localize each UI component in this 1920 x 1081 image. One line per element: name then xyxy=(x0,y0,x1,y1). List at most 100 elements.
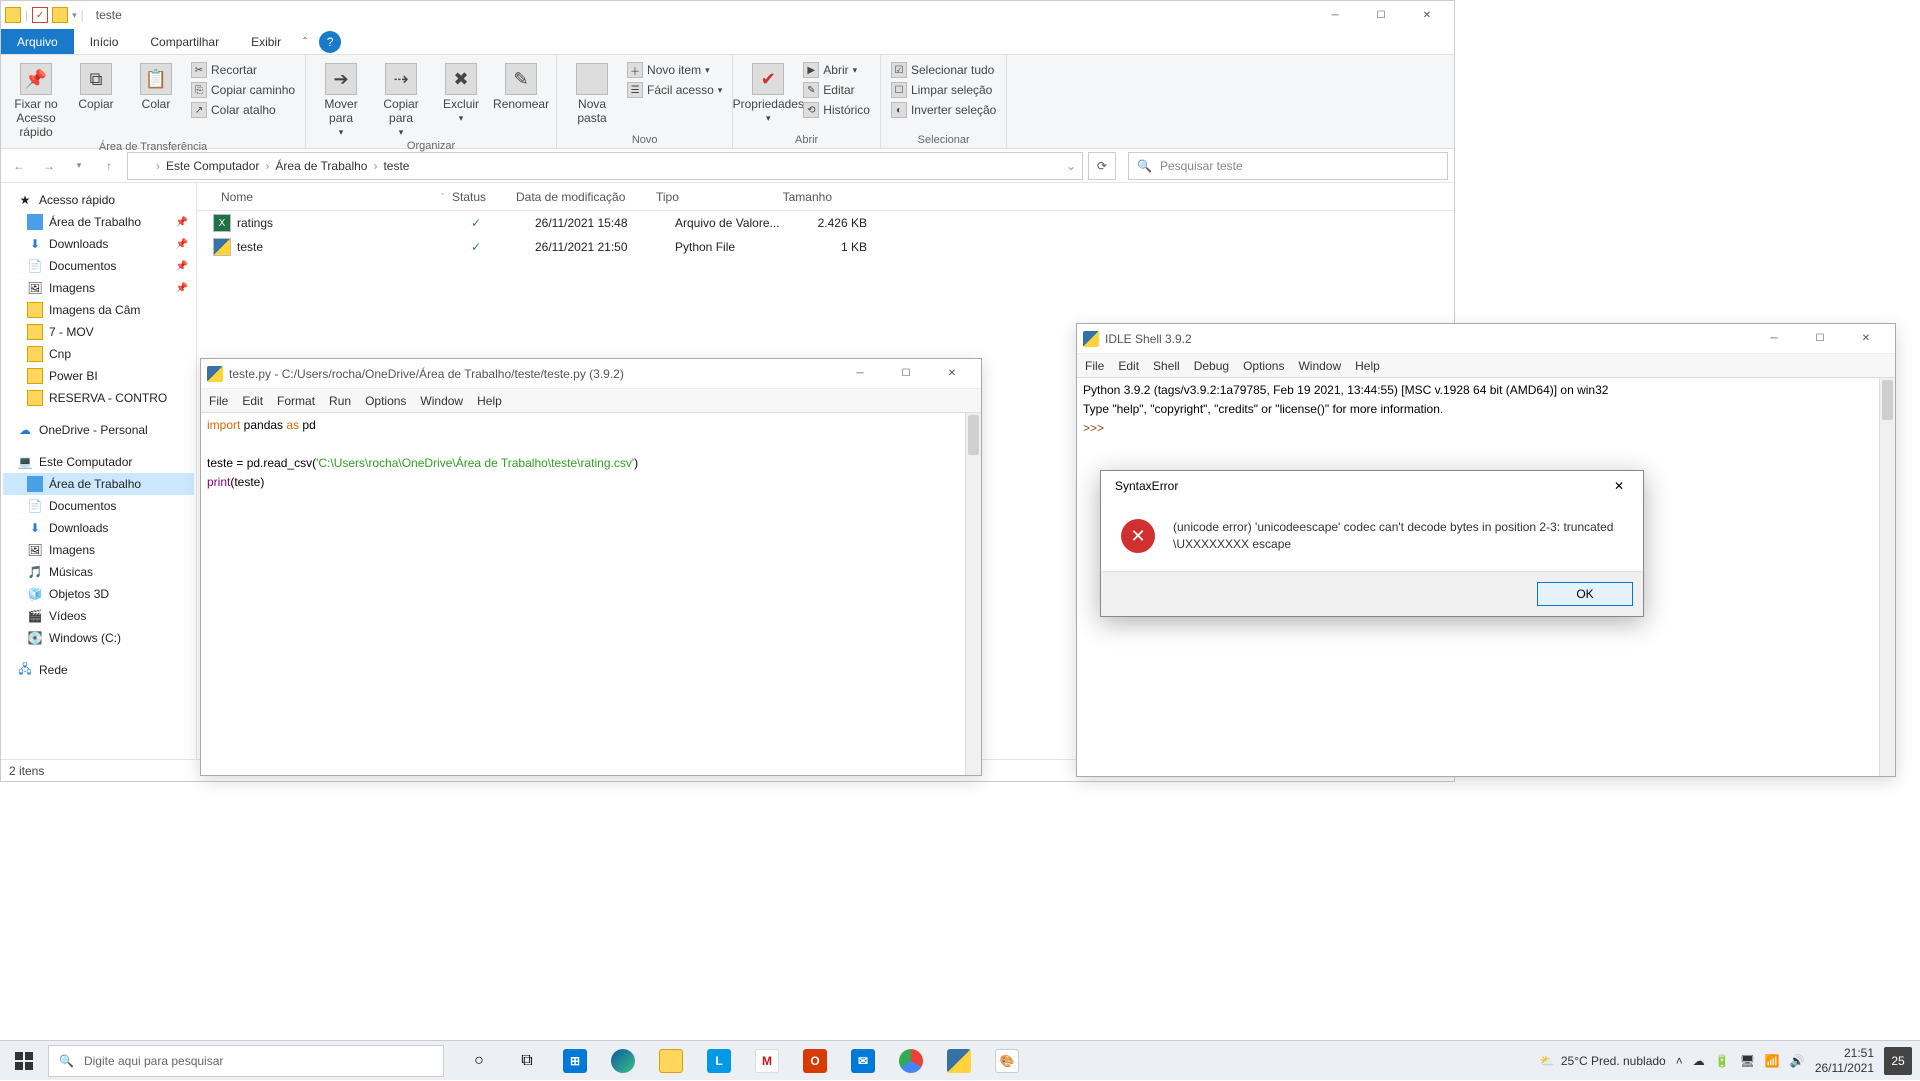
taskview-button[interactable]: ⧉ xyxy=(504,1041,550,1081)
edit-button[interactable]: ✎Editar xyxy=(801,81,872,99)
scrollbar[interactable] xyxy=(965,413,981,775)
taskbar-app-mail[interactable]: ✉ xyxy=(840,1041,886,1081)
menu-run[interactable]: Run xyxy=(329,394,351,408)
ribbon-collapse-icon[interactable]: ˆ xyxy=(297,29,313,54)
newfolder-button[interactable]: Nova pasta xyxy=(565,59,619,125)
paste-button[interactable]: 📋Colar xyxy=(129,59,183,111)
close-button[interactable]: ✕ xyxy=(929,360,975,388)
menu-edit[interactable]: Edit xyxy=(1118,359,1139,373)
menu-file[interactable]: File xyxy=(1085,359,1104,373)
taskbar-app-chrome[interactable] xyxy=(888,1041,934,1081)
scrollbar[interactable] xyxy=(1879,378,1895,776)
delete-button[interactable]: ✖Excluir▾ xyxy=(434,59,488,124)
tab-view[interactable]: Exibir xyxy=(235,29,297,54)
tree-item[interactable]: 🎬Vídeos xyxy=(3,605,194,627)
cortana-button[interactable]: ○ xyxy=(456,1041,502,1081)
scroll-thumb[interactable] xyxy=(1882,380,1893,420)
qat-dropdown-icon[interactable]: ▾ xyxy=(72,10,77,21)
scroll-thumb[interactable] xyxy=(968,415,979,455)
selectnone-button[interactable]: ☐Limpar seleção xyxy=(889,81,998,99)
newitem-button[interactable]: ＋Novo item▾ xyxy=(625,61,724,79)
menu-file[interactable]: File xyxy=(209,394,228,408)
taskbar-app[interactable]: ⊞ xyxy=(552,1041,598,1081)
taskbar-app-idle[interactable] xyxy=(936,1041,982,1081)
menu-help[interactable]: Help xyxy=(477,394,502,408)
refresh-button[interactable]: ⟳ xyxy=(1088,152,1116,180)
menu-debug[interactable]: Debug xyxy=(1194,359,1229,373)
tree-onedrive[interactable]: ☁OneDrive - Personal xyxy=(3,419,194,441)
tree-item[interactable]: 🖼Imagens xyxy=(3,539,194,561)
menu-edit[interactable]: Edit xyxy=(242,394,263,408)
start-button[interactable] xyxy=(0,1041,48,1081)
breadcrumb-item[interactable]: teste xyxy=(383,159,409,173)
recent-dropdown-icon[interactable]: ▾ xyxy=(67,154,91,178)
properties-button[interactable]: ✔Propriedades▾ xyxy=(741,59,795,124)
taskbar-search-input[interactable]: 🔍 Digite aqui para pesquisar xyxy=(48,1045,444,1077)
easyaccess-button[interactable]: ☰Fácil acesso▾ xyxy=(625,81,724,99)
tree-item[interactable]: 📄Documentos📌 xyxy=(3,255,194,277)
copy-button[interactable]: ⧉Copiar xyxy=(69,59,123,111)
close-button[interactable]: ✕ xyxy=(1603,474,1635,498)
minimize-button[interactable]: ─ xyxy=(1312,1,1358,29)
menu-options[interactable]: Options xyxy=(1243,359,1284,373)
help-icon[interactable]: ? xyxy=(319,31,341,53)
tree-item[interactable]: Power BI xyxy=(3,365,194,387)
open-button[interactable]: ▶Abrir▾ xyxy=(801,61,872,79)
col-modified[interactable]: Data de modificação xyxy=(508,190,648,204)
minimize-button[interactable]: ─ xyxy=(1751,325,1797,353)
up-button[interactable]: ↑ xyxy=(97,154,121,178)
check-icon[interactable]: ✓ xyxy=(32,7,48,23)
tree-item[interactable]: 🧊Objetos 3D xyxy=(3,583,194,605)
chevron-down-icon[interactable]: ⌄ xyxy=(1066,159,1076,173)
pin-button[interactable]: 📌Fixar no Acesso rápido xyxy=(9,59,63,139)
tree-item[interactable]: 🖼Imagens📌 xyxy=(3,277,194,299)
tab-file[interactable]: Arquivo xyxy=(1,29,74,54)
tree-item[interactable]: RESERVA - CONTRO xyxy=(3,387,194,409)
menu-shell[interactable]: Shell xyxy=(1153,359,1180,373)
file-row[interactable]: X ratings ✓ 26/11/2021 15:48 Arquivo de … xyxy=(197,211,1454,235)
code-editor[interactable]: import pandas as pd teste = pd.read_csv(… xyxy=(201,413,981,775)
column-headers[interactable]: Nome ˆ Status Data de modificação Tipo T… xyxy=(197,183,1454,211)
menu-help[interactable]: Help xyxy=(1355,359,1380,373)
menu-format[interactable]: Format xyxy=(277,394,315,408)
tree-item[interactable]: 🎵Músicas xyxy=(3,561,194,583)
history-button[interactable]: ⟲Histórico xyxy=(801,101,872,119)
tab-share[interactable]: Compartilhar xyxy=(134,29,235,54)
breadcrumb-item[interactable]: Área de Trabalho› xyxy=(275,159,377,173)
tray-volume-icon[interactable]: 🔊 xyxy=(1790,1054,1805,1068)
taskbar-app-office[interactable]: O xyxy=(792,1041,838,1081)
close-button[interactable]: ✕ xyxy=(1404,1,1450,29)
clock[interactable]: 21:51 26/11/2021 xyxy=(1815,1046,1874,1075)
tree-item[interactable]: ⬇Downloads xyxy=(3,517,194,539)
maximize-button[interactable]: ☐ xyxy=(883,360,929,388)
tree-item[interactable]: Imagens da Câm xyxy=(3,299,194,321)
col-name[interactable]: Nome xyxy=(213,190,453,204)
invertselection-button[interactable]: ◐Inverter seleção xyxy=(889,101,998,119)
tree-quickaccess[interactable]: ★Acesso rápido xyxy=(3,189,194,211)
notifications-button[interactable]: 25 xyxy=(1884,1047,1912,1075)
breadcrumb-item[interactable]: Este Computador› xyxy=(166,159,269,173)
weather-widget[interactable]: ⛅ 25°C Pred. nublado xyxy=(1540,1054,1666,1068)
cut-button[interactable]: ✂Recortar xyxy=(189,61,297,79)
taskbar-app-paint[interactable]: 🎨 xyxy=(984,1041,1030,1081)
menu-window[interactable]: Window xyxy=(420,394,463,408)
tray-wifi-icon[interactable]: 📶 xyxy=(1765,1054,1780,1068)
tab-home[interactable]: Início xyxy=(74,29,135,54)
forward-button[interactable]: → xyxy=(37,154,61,178)
nav-tree[interactable]: ★Acesso rápido Área de Trabalho📌 ⬇Downlo… xyxy=(1,183,197,759)
minimize-button[interactable]: ─ xyxy=(837,360,883,388)
tray-network-icon[interactable]: 🖥 xyxy=(1740,1054,1755,1068)
ok-button[interactable]: OK xyxy=(1537,582,1633,606)
tree-item[interactable]: ⬇Downloads📌 xyxy=(3,233,194,255)
pasteshortcut-button[interactable]: ↗Colar atalho xyxy=(189,101,297,119)
file-row[interactable]: teste ✓ 26/11/2021 21:50 Python File 1 K… xyxy=(197,235,1454,259)
col-status[interactable]: Status xyxy=(444,190,508,204)
menu-options[interactable]: Options xyxy=(365,394,406,408)
taskbar-app-edge[interactable] xyxy=(600,1041,646,1081)
tray-battery-icon[interactable]: 🔋 xyxy=(1715,1054,1730,1068)
maximize-button[interactable]: ☐ xyxy=(1797,325,1843,353)
taskbar-app-mcafee[interactable]: M xyxy=(744,1041,790,1081)
search-input[interactable]: 🔍 Pesquisar teste xyxy=(1128,152,1448,180)
tree-item[interactable]: Área de Trabalho📌 xyxy=(3,211,194,233)
close-button[interactable]: ✕ xyxy=(1843,325,1889,353)
